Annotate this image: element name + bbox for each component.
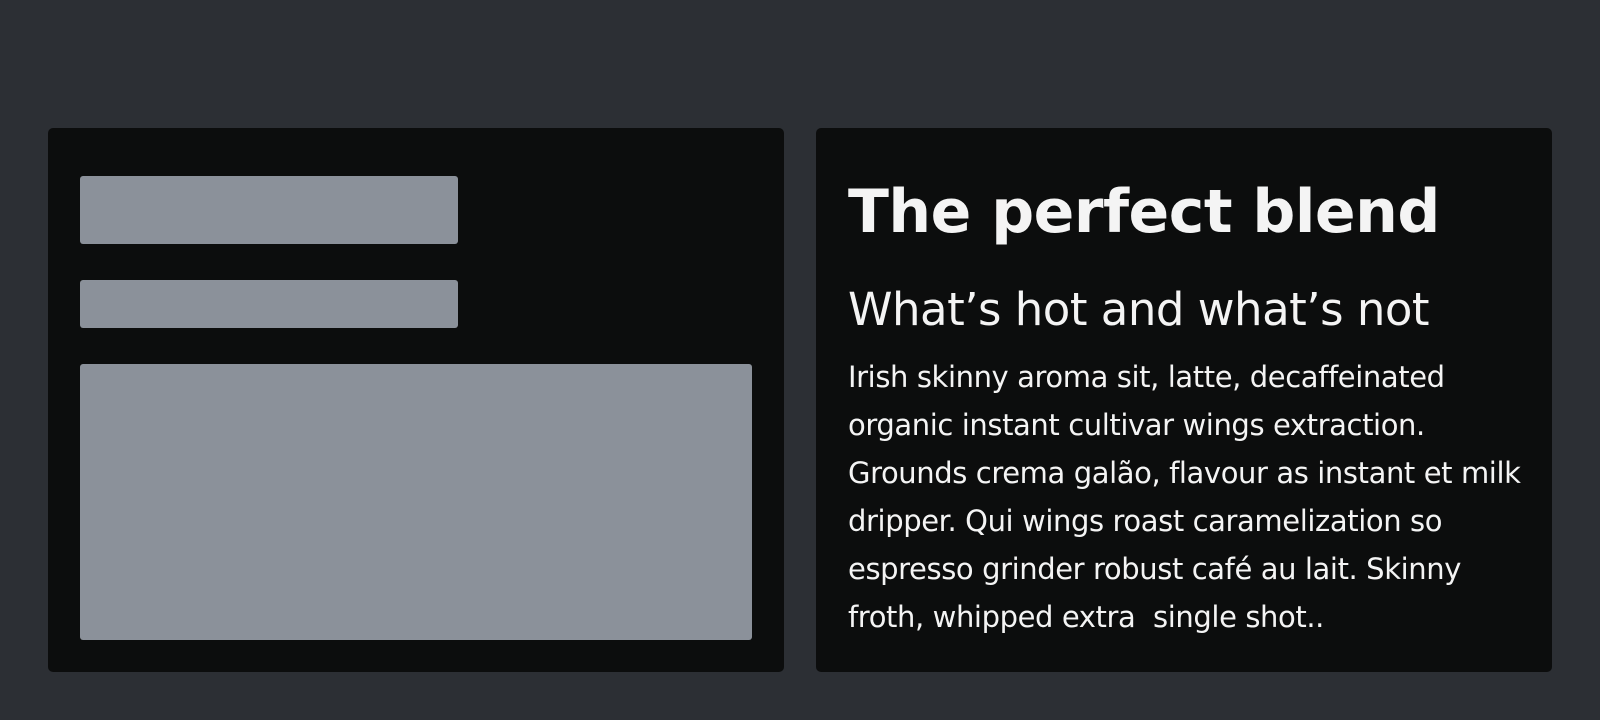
skeleton-card [48, 128, 784, 672]
article-body: Irish skinny aroma sit, latte, decaffein… [848, 360, 1530, 634]
skeleton-subtitle-placeholder [80, 280, 458, 328]
article-headline: The perfect blend [848, 177, 1440, 247]
skeleton-body-placeholder [80, 364, 752, 640]
page: { "article": { "headline": "The perfect … [0, 0, 1600, 720]
article-subheading: What’s hot and what’s not [848, 283, 1430, 336]
article-card: The perfect blend What’s hot and what’s … [816, 128, 1552, 672]
skeleton-title-placeholder [80, 176, 458, 244]
